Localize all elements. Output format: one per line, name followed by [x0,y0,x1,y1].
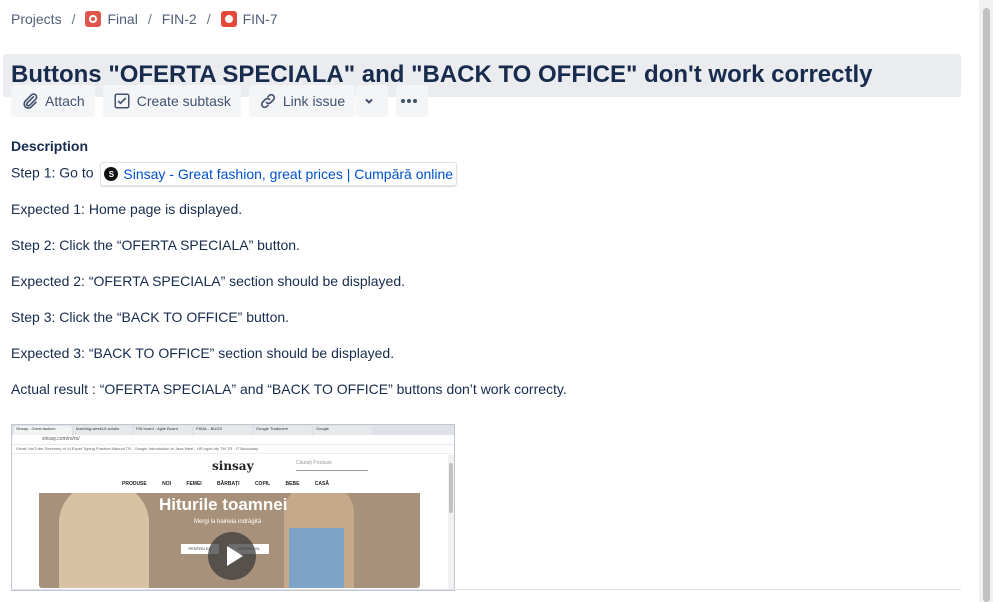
site-header: sinsay Căutați Produse [12,454,454,476]
model-image [289,528,344,588]
browser-tabstrip: Sinsay - Great fashion teaching-week10-s… [12,425,454,435]
sinsay-smart-link[interactable]: S Sinsay - Great fashion, great prices |… [100,162,458,186]
hero-title: Hiturile toamnei [159,495,288,514]
browser-tab: Sinsay - Great fashion [14,426,72,435]
attachment-scrollbar [448,455,454,590]
description-actual-result: Actual result : “OFERTA SPECIALA” and “B… [11,381,567,397]
browser-tab: Google Traducere [254,426,312,435]
breadcrumb-project-label: Final [107,11,138,27]
breadcrumb-issue-label: FIN-7 [242,11,278,27]
divider [11,589,961,590]
link-issue-dropdown[interactable] [356,85,389,117]
create-subtask-label: Create subtask [136,93,231,109]
link-issue-button[interactable]: Link issue [248,85,356,117]
browser-tab: FIN board - Agile Board [134,426,192,435]
smart-link-text: Sinsay - Great fashion, great prices | C… [123,166,454,182]
attach-button[interactable]: Attach [11,85,95,117]
link-issue-label: Link issue [282,93,346,109]
description-expected3: Expected 3: “BACK TO OFFICE” section sho… [11,345,395,361]
play-icon[interactable] [208,532,256,580]
video-attachment[interactable]: Sinsay - Great fashion teaching-week10-s… [11,424,455,591]
description-expected2: Expected 2: “OFERTA SPECIALA” section sh… [11,273,406,289]
model-image [59,493,149,588]
browser-tab: Google [314,426,372,435]
description-heading: Description [11,138,89,154]
breadcrumb-separator: / [71,11,76,27]
description-step3: Step 3: Click the “BACK TO OFFICE” butto… [11,309,290,325]
chevron-down-icon [365,98,373,104]
bug-icon [220,11,237,27]
sinsay-logo: sinsay [212,459,254,473]
step1-text: Step 1: Go to [11,164,94,181]
breadcrumb-projects[interactable]: Projects [11,11,62,27]
site-search: Căutați Produse [296,460,368,471]
create-subtask-button[interactable]: Create subtask [102,85,241,117]
more-icon [401,99,418,103]
breadcrumb-separator: / [206,11,211,27]
sinsay-favicon: S [104,167,119,181]
project-icon [85,11,102,27]
site-nav: PRODUSE NOI FEMEI BĂRBAȚI COPIL BEBE CAS… [122,481,329,487]
breadcrumb-parent-issue[interactable]: FIN-2 [162,11,197,27]
breadcrumb-separator: / [147,11,152,27]
issue-toolbar: Attach Create subtask Link issue [11,85,429,117]
description-step2: Step 2: Click the “OFERTA SPECIALA” butt… [11,237,300,253]
page-scrollbar[interactable] [979,0,993,602]
link-icon [260,93,275,109]
breadcrumb-issue[interactable]: FIN-7 [220,11,278,27]
description-expected1: Expected 1: Home page is displayed. [11,201,243,217]
browser-bookmarks-bar: Gmail YouTube Summary of Vi-Expet Typing… [12,445,454,454]
paperclip-icon [23,93,38,109]
more-actions-button[interactable] [396,85,429,117]
breadcrumb: Projects / Final / FIN-2 / FIN-7 [11,8,278,30]
attach-label: Attach [45,93,85,109]
browser-tab: FINAL - BUGS [194,426,252,435]
breadcrumb-project[interactable]: Final [85,11,138,27]
description-step1: Step 1: Go to S Sinsay - Great fashion, … [11,162,458,186]
subtask-icon [114,93,130,109]
hero-subtitle: Mergi la haineia indrăgită [194,519,262,525]
browser-tab: teaching-week10-solutio [74,426,132,435]
browser-address-bar: sinsay.com/ro/ro/ [12,435,454,445]
page-scrollbar-thumb[interactable] [983,8,990,602]
